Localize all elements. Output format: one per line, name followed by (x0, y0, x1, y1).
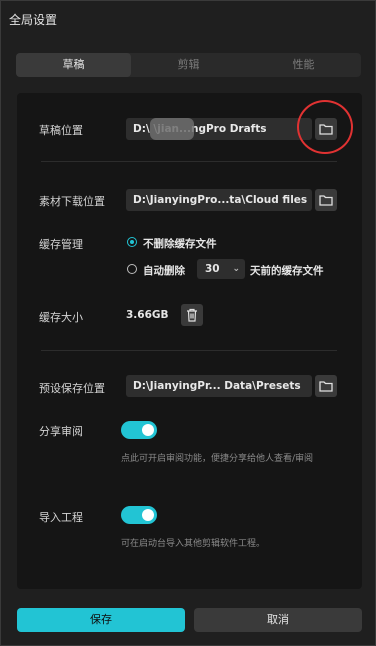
import-project-hint: 可在启动台导入其他剪辑软件工程。 (121, 539, 266, 549)
tab-draft[interactable]: 草稿 (16, 53, 131, 77)
cancel-button[interactable]: 取消 (194, 608, 362, 632)
cache-management-label: 缓存管理 (39, 238, 83, 251)
trash-icon (187, 308, 197, 322)
download-location-path[interactable]: D:\JianyingPro...ta\Cloud files (126, 189, 312, 211)
share-review-toggle[interactable] (121, 421, 157, 439)
folder-icon (319, 195, 333, 206)
settings-panel: 草稿位置 D:\ \jian...ngPro Drafts 素材下载位置 D:\… (17, 93, 362, 589)
divider (41, 161, 337, 162)
preset-location-path[interactable]: D:\JianyingPr... Data\Presets (126, 375, 312, 397)
cache-keep-radio[interactable] (127, 237, 137, 247)
share-review-hint: 点此可开启审阅功能，便捷分享给他人查看/审阅 (121, 454, 314, 464)
annotation-circle (297, 100, 353, 154)
import-project-label: 导入工程 (39, 511, 83, 524)
tab-performance[interactable]: 性能 (246, 53, 361, 77)
settings-tabs: 草稿 剪辑 性能 (16, 53, 361, 77)
save-button[interactable]: 保存 (17, 608, 185, 632)
cache-auto-delete-label: 自动删除 (143, 265, 185, 277)
cache-size-label: 缓存大小 (39, 311, 83, 324)
cache-auto-delete-suffix: 天前的缓存文件 (250, 265, 324, 277)
global-settings-window: 全局设置 草稿 剪辑 性能 草稿位置 D:\ \jian...ngPro Dra… (0, 0, 376, 646)
import-project-toggle[interactable] (121, 506, 157, 524)
cache-keep-label: 不删除缓存文件 (143, 238, 217, 250)
window-title: 全局设置 (9, 13, 58, 27)
folder-icon (319, 381, 333, 392)
chevron-down-icon: ⌄ (232, 264, 240, 274)
cache-auto-delete-radio[interactable] (127, 264, 137, 274)
toggle-knob (142, 424, 154, 436)
cache-days-select[interactable]: 30 ⌄ (197, 259, 245, 279)
redaction-blur (150, 118, 194, 140)
share-review-label: 分享审阅 (39, 425, 83, 438)
preset-location-label: 预设保存位置 (39, 382, 105, 395)
download-location-label: 素材下载位置 (39, 195, 105, 208)
toggle-knob (142, 509, 154, 521)
cache-size-value: 3.66GB (126, 309, 169, 321)
clear-cache-button[interactable] (181, 304, 203, 326)
preset-location-browse-button[interactable] (315, 375, 337, 397)
divider (41, 350, 337, 351)
download-location-browse-button[interactable] (315, 189, 337, 211)
draft-location-label: 草稿位置 (39, 124, 83, 137)
cache-days-value: 30 (205, 263, 220, 275)
tab-edit[interactable]: 剪辑 (131, 53, 246, 77)
